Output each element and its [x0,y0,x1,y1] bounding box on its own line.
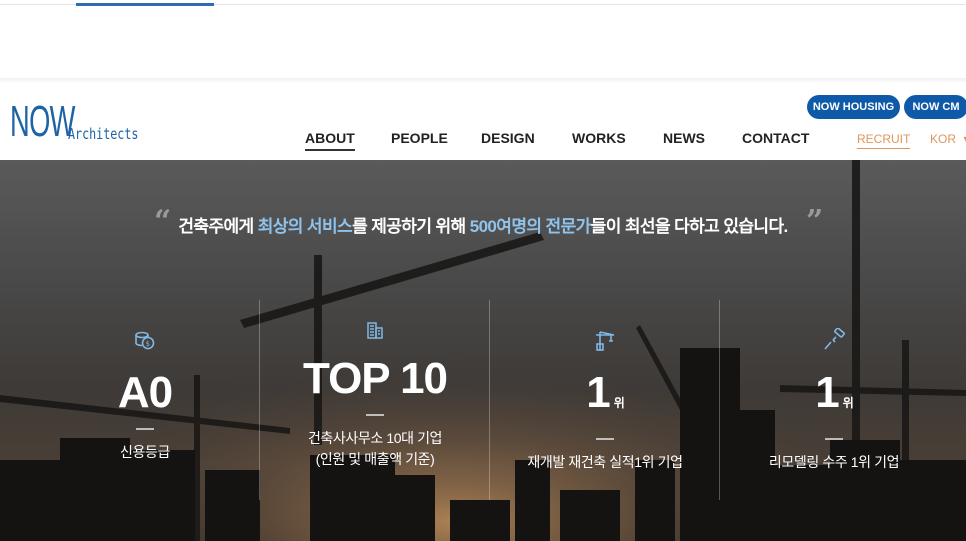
language-label: KOR [930,132,957,146]
stat-top10: TOP 10 건축사사무소 10대 기업 (인원 및 매출액 기준) [275,318,475,470]
stat-divider [259,300,260,500]
stat-credit-rating: $ A0 신용등급 [45,328,245,463]
top-strip [0,0,966,82]
stat-label: 신용등급 [120,444,170,460]
hero-quote: 건축주에게 최상의 서비스를 제공하기 위해 500여명의 전문가들이 최선을 … [0,212,966,237]
stat-value-text: TOP 10 [302,354,448,403]
nav-works[interactable]: WORKS [572,130,626,146]
stat-value: A0 [45,368,245,418]
stat-suffix: 위 [842,396,854,410]
coins-icon: $ [45,328,245,352]
nav-people[interactable]: PEOPLE [391,130,448,146]
quote-part-3: 들이 최선을 다하고 있습니다. [590,217,789,236]
language-selector[interactable]: KOR ▾ [930,132,966,146]
nav-design[interactable]: DESIGN [481,130,535,146]
stat-redevelopment: 1위 재개발 재건축 실적1위 기업 [505,328,705,473]
stat-rule [136,428,154,430]
active-strip-indicator [76,3,214,6]
building-icon [275,318,475,342]
stat-divider [719,300,720,500]
stat-suffix: 위 [613,396,625,410]
stat-value: 1위 [505,368,705,428]
stat-label: 리모델링 수주 1위 기업 [768,454,900,470]
stat-value-text: A0 [117,368,173,417]
nav-about[interactable]: ABOUT [305,130,355,151]
quote-part-2: 를 제공하기 위해 [352,217,470,236]
site-header: NOW Architects NOW HOUSING NOW CM ABOUT … [0,82,966,160]
logo-main: NOW [10,97,75,146]
logo-sub: Architects [68,125,139,143]
quote-part-1: 건축주에게 [178,217,258,236]
stat-rule [596,438,614,440]
hero-section: “ ” 건축주에게 최상의 서비스를 제공하기 위해 500여명의 전문가들이 … [0,160,966,541]
nav-recruit[interactable]: RECRUIT [857,132,911,149]
quote-highlight-2: 500여명의 전문가 [469,217,592,236]
company-logo[interactable]: NOW Architects [10,94,158,144]
stat-label-sub: (인원 및 매출액 기준) [315,451,435,467]
stat-rule [366,414,384,416]
now-cm-button[interactable]: NOW CM [904,95,966,119]
nav-contact[interactable]: CONTACT [742,130,809,146]
stat-label: 재개발 재건축 실적1위 기업 [527,454,683,470]
nav-news[interactable]: NEWS [663,130,705,146]
svg-text:$: $ [146,340,150,348]
stat-value-text: 1 [815,368,840,417]
crane-icon [505,328,705,352]
now-housing-button[interactable]: NOW HOUSING [807,95,900,119]
stat-value: TOP 10 [275,354,475,404]
stat-value-text: 1 [586,368,611,417]
stat-divider [489,300,490,500]
stat-rule [825,438,843,440]
paint-roller-icon [734,328,934,352]
stat-value: 1위 [734,368,934,428]
quote-highlight-1: 최상의 서비스 [257,217,353,236]
stat-remodeling: 1위 리모델링 수주 1위 기업 [734,328,934,473]
stat-label: 건축사사무소 10대 기업 [307,430,443,446]
